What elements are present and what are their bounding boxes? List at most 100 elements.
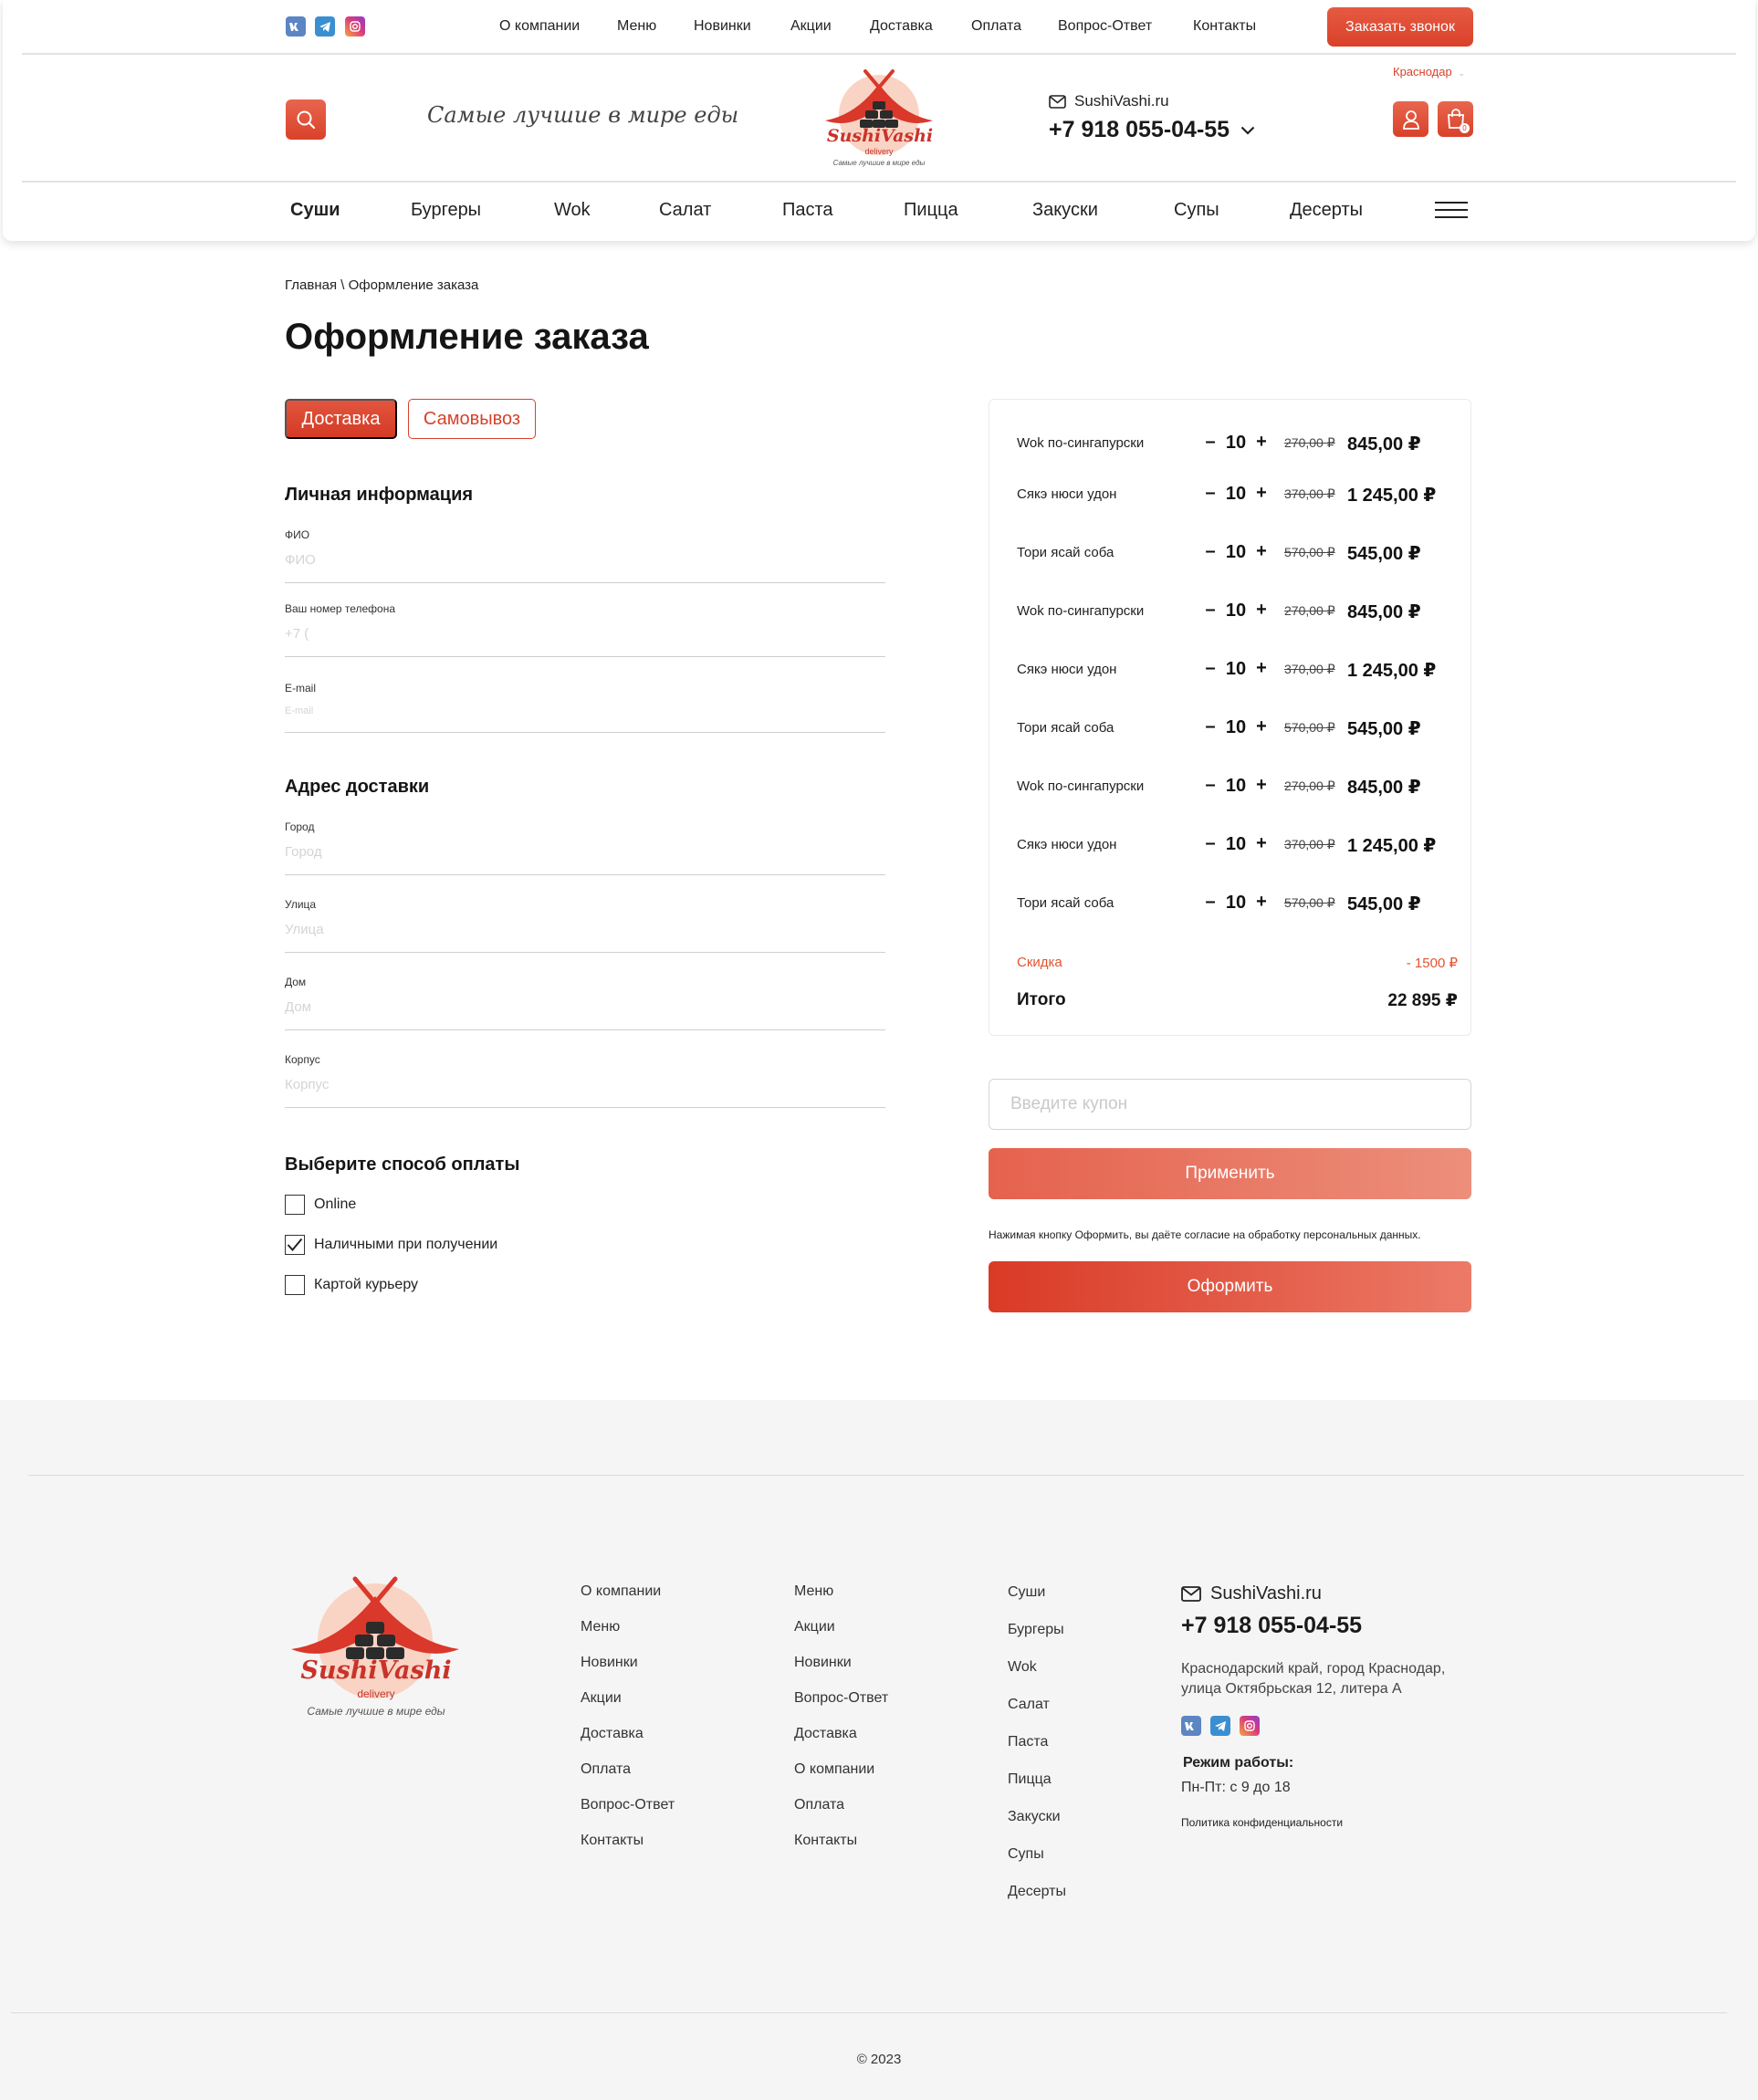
privacy-policy-link[interactable]: Политика конфиденциальности bbox=[1181, 1816, 1343, 1829]
submit-order-button[interactable]: Оформить bbox=[989, 1261, 1471, 1312]
footer-link[interactable]: Меню bbox=[581, 1619, 620, 1635]
footer-category-link[interactable]: Суши bbox=[1008, 1584, 1045, 1601]
footer-category-link[interactable]: Паста bbox=[1008, 1734, 1048, 1750]
checkbox[interactable] bbox=[285, 1275, 305, 1295]
fio-input[interactable] bbox=[285, 541, 885, 583]
increase-button[interactable]: + bbox=[1255, 600, 1268, 621]
building-input[interactable] bbox=[285, 1066, 885, 1108]
footer-category-link[interactable]: Салат bbox=[1008, 1697, 1050, 1713]
footer-category-link[interactable]: Десерты bbox=[1008, 1884, 1066, 1900]
header-phone[interactable]: +7 918 055-04-55 bbox=[1049, 117, 1255, 143]
street-input[interactable] bbox=[285, 911, 885, 953]
vk-icon[interactable] bbox=[286, 16, 306, 37]
footer-link[interactable]: Доставка bbox=[581, 1726, 644, 1742]
footer-category-link[interactable]: Пицца bbox=[1008, 1771, 1052, 1788]
city-input[interactable] bbox=[285, 833, 885, 875]
footer-email[interactable]: SushiVashi.ru bbox=[1181, 1583, 1322, 1604]
topnav-promo[interactable]: Акции bbox=[790, 18, 832, 35]
footer-link[interactable]: Новинки bbox=[581, 1655, 638, 1671]
footer-link[interactable]: Контакты bbox=[581, 1833, 644, 1849]
instagram-icon[interactable] bbox=[345, 16, 365, 37]
telegram-icon[interactable] bbox=[315, 16, 335, 37]
cart-button[interactable]: 0 bbox=[1438, 101, 1473, 137]
increase-button[interactable]: + bbox=[1255, 432, 1268, 453]
category-snacks[interactable]: Закуски bbox=[1032, 200, 1098, 221]
footer-link[interactable]: Акции bbox=[581, 1690, 622, 1707]
increase-button[interactable]: + bbox=[1255, 892, 1268, 913]
footer-link[interactable]: Доставка bbox=[794, 1726, 857, 1742]
footer-link[interactable]: Контакты bbox=[794, 1833, 857, 1849]
apply-coupon-button[interactable]: Применить bbox=[989, 1148, 1471, 1199]
topnav-faq[interactable]: Вопрос-Ответ bbox=[1058, 18, 1152, 35]
instagram-icon[interactable] bbox=[1240, 1716, 1260, 1736]
category-salad[interactable]: Салат bbox=[659, 200, 711, 221]
site-logo[interactable]: SushiVashi delivery Самые лучшие в мире … bbox=[820, 69, 938, 172]
decrease-button[interactable]: – bbox=[1204, 432, 1217, 453]
topnav-about[interactable]: О компании bbox=[499, 18, 580, 35]
footer-link[interactable]: Оплата bbox=[581, 1761, 631, 1778]
decrease-button[interactable]: – bbox=[1204, 775, 1217, 796]
checkbox[interactable] bbox=[285, 1195, 305, 1215]
discount-label: Скидка bbox=[1017, 955, 1062, 970]
search-button[interactable] bbox=[286, 99, 326, 140]
decrease-button[interactable]: – bbox=[1204, 833, 1217, 854]
footer-category-link[interactable]: Закуски bbox=[1008, 1809, 1061, 1825]
topnav-menu[interactable]: Меню bbox=[617, 18, 656, 35]
item-quantity: 10 bbox=[1225, 542, 1247, 562]
footer-logo[interactable]: SushiVashi delivery Самые лучшие в мире … bbox=[289, 1576, 463, 1722]
tab-delivery[interactable]: Доставка bbox=[285, 399, 397, 439]
decrease-button[interactable]: – bbox=[1204, 658, 1217, 679]
house-input[interactable] bbox=[285, 988, 885, 1030]
footer-link[interactable]: Меню bbox=[794, 1583, 833, 1600]
category-wok[interactable]: Wok bbox=[554, 200, 591, 221]
footer-link[interactable]: Вопрос-Ответ bbox=[581, 1797, 675, 1813]
category-desserts[interactable]: Десерты bbox=[1290, 200, 1363, 221]
topnav-new[interactable]: Новинки bbox=[694, 18, 751, 35]
category-sushi[interactable]: Суши bbox=[290, 200, 340, 221]
payment-option-online[interactable]: Online bbox=[285, 1195, 356, 1215]
menu-icon[interactable] bbox=[1435, 202, 1468, 224]
increase-button[interactable]: + bbox=[1255, 658, 1268, 679]
decrease-button[interactable]: – bbox=[1204, 483, 1217, 504]
decrease-button[interactable]: – bbox=[1204, 600, 1217, 621]
footer-link[interactable]: О компании bbox=[581, 1583, 661, 1600]
email-input[interactable] bbox=[285, 695, 885, 733]
increase-button[interactable]: + bbox=[1255, 483, 1268, 504]
order-call-button[interactable]: Заказать звонок bbox=[1327, 7, 1473, 47]
decrease-button[interactable]: – bbox=[1204, 892, 1217, 913]
category-pasta[interactable]: Паста bbox=[782, 200, 833, 221]
increase-button[interactable]: + bbox=[1255, 716, 1268, 737]
payment-option-card[interactable]: Картой курьеру bbox=[285, 1275, 418, 1295]
telegram-icon[interactable] bbox=[1210, 1716, 1230, 1736]
breadcrumb[interactable]: Главная \ Оформление заказа bbox=[285, 277, 478, 293]
topnav-contacts[interactable]: Контакты bbox=[1193, 18, 1256, 35]
decrease-button[interactable]: – bbox=[1204, 716, 1217, 737]
payment-option-cash[interactable]: Наличными при получении bbox=[285, 1235, 497, 1255]
decrease-button[interactable]: – bbox=[1204, 541, 1217, 562]
footer-category-link[interactable]: Wok bbox=[1008, 1659, 1037, 1676]
footer-link[interactable]: О компании bbox=[794, 1761, 874, 1778]
checkbox-checked[interactable] bbox=[285, 1235, 305, 1255]
footer-link[interactable]: Вопрос-Ответ bbox=[794, 1690, 888, 1707]
topnav-payment[interactable]: Оплата bbox=[971, 18, 1021, 35]
account-button[interactable] bbox=[1393, 101, 1428, 137]
vk-icon[interactable] bbox=[1181, 1716, 1201, 1736]
tab-pickup[interactable]: Самовывоз bbox=[408, 399, 536, 439]
footer-category-link[interactable]: Бургеры bbox=[1008, 1622, 1064, 1638]
category-burgers[interactable]: Бургеры bbox=[411, 200, 481, 221]
increase-button[interactable]: + bbox=[1255, 775, 1268, 796]
topnav-delivery[interactable]: Доставка bbox=[870, 18, 933, 35]
increase-button[interactable]: + bbox=[1255, 541, 1268, 562]
footer-link[interactable]: Оплата bbox=[794, 1797, 844, 1813]
footer-link[interactable]: Новинки bbox=[794, 1655, 852, 1671]
city-selector[interactable]: Краснодар ⌄ bbox=[1393, 65, 1465, 78]
category-pizza[interactable]: Пицца bbox=[904, 200, 958, 221]
category-soups[interactable]: Супы bbox=[1174, 200, 1219, 221]
footer-link[interactable]: Акции bbox=[794, 1619, 835, 1635]
header-email[interactable]: SushiVashi.ru bbox=[1049, 92, 1169, 110]
footer-phone[interactable]: +7 918 055-04-55 bbox=[1181, 1613, 1362, 1639]
phone-input[interactable] bbox=[285, 615, 885, 657]
footer-category-link[interactable]: Супы bbox=[1008, 1846, 1044, 1863]
coupon-input[interactable] bbox=[989, 1079, 1471, 1130]
increase-button[interactable]: + bbox=[1255, 833, 1268, 854]
